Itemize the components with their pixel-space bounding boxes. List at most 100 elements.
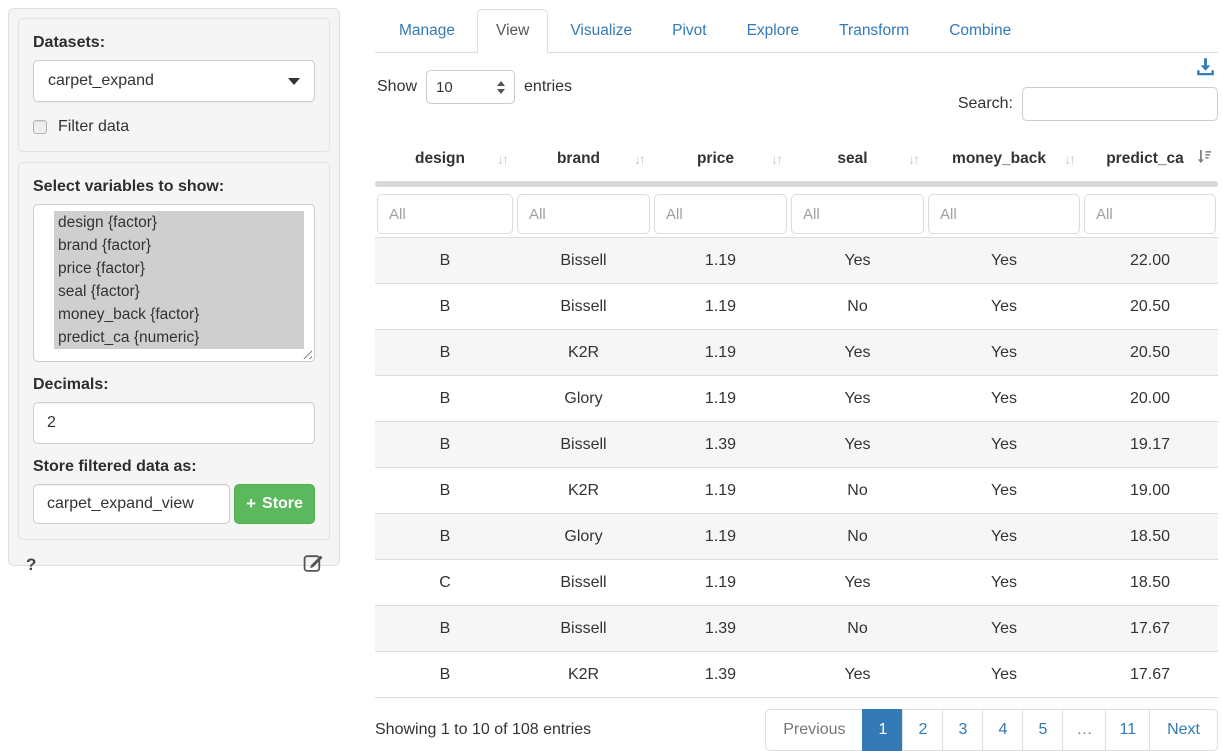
table-cell: K2R [515,344,652,362]
decimals-input[interactable] [33,402,315,444]
edit-icon[interactable] [303,552,324,578]
table-cell: 1.19 [652,528,789,546]
page-length-select[interactable]: 10 [426,70,515,104]
table-header-row: design↓↑brand↓↑price↓↑seal↓↑money_back↓↑… [375,140,1218,178]
table-cell: B [375,482,515,500]
variable-option[interactable]: brand {factor} [54,234,304,257]
dataset-panel: Datasets: carpet_expand Filter data [18,18,330,152]
help-icon[interactable]: ? [26,555,36,575]
page-button-1[interactable]: 1 [862,709,903,751]
variable-option[interactable]: design {factor} [54,211,304,234]
page-next-button[interactable]: Next [1149,709,1218,751]
tab-view[interactable]: View [477,9,548,53]
table-cell: 19.00 [1082,482,1218,500]
table-cell: B [375,528,515,546]
table-body: BBissell1.19YesYes22.00BBissell1.19NoYes… [375,237,1218,698]
sort-icon: ↓↑ [771,151,781,167]
datasets-label: Datasets: [33,34,315,52]
table-cell: Yes [926,574,1082,592]
table-cell: 1.19 [652,252,789,270]
column-header-design[interactable]: design ↓↑ [375,150,515,168]
variable-option[interactable]: predict_ca {numeric} [54,326,304,349]
dataset-select-value: carpet_expand [48,72,288,90]
plus-icon: + [246,494,256,514]
table-cell: 1.19 [652,298,789,316]
variable-option[interactable]: money_back {factor} [54,303,304,326]
filter-input-brand[interactable] [517,194,650,234]
column-header-predict_ca[interactable]: predict_ca [1082,150,1218,168]
table-cell: B [375,620,515,638]
dataset-select[interactable]: carpet_expand [33,60,315,102]
table-row: BK2R1.19NoYes19.00 [375,467,1218,513]
table-cell: 1.19 [652,390,789,408]
search-label: Search: [958,95,1013,113]
download-icon[interactable] [1196,57,1215,81]
filter-input-price[interactable] [654,194,787,234]
tab-visualize[interactable]: Visualize [552,10,650,52]
column-header-price[interactable]: price↓↑ [652,150,789,168]
table-cell: 18.50 [1082,574,1218,592]
filter-cell [375,194,515,234]
table-cell: Yes [926,482,1082,500]
filter-input-money_back[interactable] [928,194,1080,234]
tab-combine[interactable]: Combine [931,10,1029,52]
table-cell: B [375,344,515,362]
table-cell: 1.19 [652,344,789,362]
tab-transform[interactable]: Transform [821,10,927,52]
filter-cell [515,194,652,234]
store-button[interactable]: + Store [234,484,315,524]
main-panel: ManageViewVisualizePivotExploreTransform… [375,0,1218,751]
table-cell: B [375,390,515,408]
column-filter-row [375,194,1218,234]
table-row: BBissell1.39NoYes17.67 [375,605,1218,651]
filter-data-row: Filter data [33,118,315,136]
table-cell: Glory [515,528,652,546]
filter-data-checkbox[interactable] [33,120,47,134]
decimals-label: Decimals: [33,376,315,394]
filter-input-seal[interactable] [791,194,924,234]
page-button-2[interactable]: 2 [902,709,943,751]
table-row: BBissell1.19NoYes20.50 [375,283,1218,329]
sort-icon: ↓↑ [497,151,507,167]
table-cell: Bissell [515,620,652,638]
page-button-5[interactable]: 5 [1022,709,1063,751]
table-row: BK2R1.39YesYes17.67 [375,651,1218,697]
tab-explore[interactable]: Explore [729,10,818,52]
variable-option[interactable]: seal {factor} [54,280,304,303]
table-cell: Yes [789,344,926,362]
table-cell: Bissell [515,298,652,316]
page-button-3[interactable]: 3 [942,709,983,751]
page-previous-button[interactable]: Previous [765,709,863,751]
sidebar: Datasets: carpet_expand Filter data Sele… [8,8,340,566]
tab-manage[interactable]: Manage [381,10,473,52]
page-length-control: Show 10 entries [377,70,572,104]
tab-pivot[interactable]: Pivot [654,10,724,52]
filter-cell [789,194,926,234]
sort-icon: ↓↑ [634,151,644,167]
column-header-seal[interactable]: seal↓↑ [789,150,926,168]
table-cell: Yes [789,574,926,592]
filter-input-predict_ca[interactable] [1084,194,1216,234]
entries-label: entries [524,78,572,96]
table-cell: 1.19 [652,482,789,500]
variables-listbox[interactable]: design {factor}brand {factor}price {fact… [33,204,315,362]
table-cell: 17.67 [1082,666,1218,684]
table-row: BBissell1.19YesYes22.00 [375,237,1218,283]
page-button-11[interactable]: 11 [1105,709,1150,751]
table-cell: Yes [789,252,926,270]
column-header-brand[interactable]: brand↓↑ [515,150,652,168]
horizontal-scrollbar[interactable] [375,181,1218,187]
store-name-input[interactable] [33,484,230,524]
table-cell: Yes [926,252,1082,270]
column-header-label: design [415,150,465,167]
column-header-money_back[interactable]: money_back↓↑ [926,150,1082,168]
store-button-label: Store [262,495,303,513]
page-button-4[interactable]: 4 [982,709,1023,751]
search-input[interactable] [1022,87,1218,121]
show-label: Show [377,78,417,96]
resize-handle[interactable] [302,349,312,359]
entries-info: Showing 1 to 10 of 108 entries [375,721,591,739]
filter-input-design[interactable] [377,194,513,234]
variable-option[interactable]: price {factor} [54,257,304,280]
table-cell: Yes [926,390,1082,408]
